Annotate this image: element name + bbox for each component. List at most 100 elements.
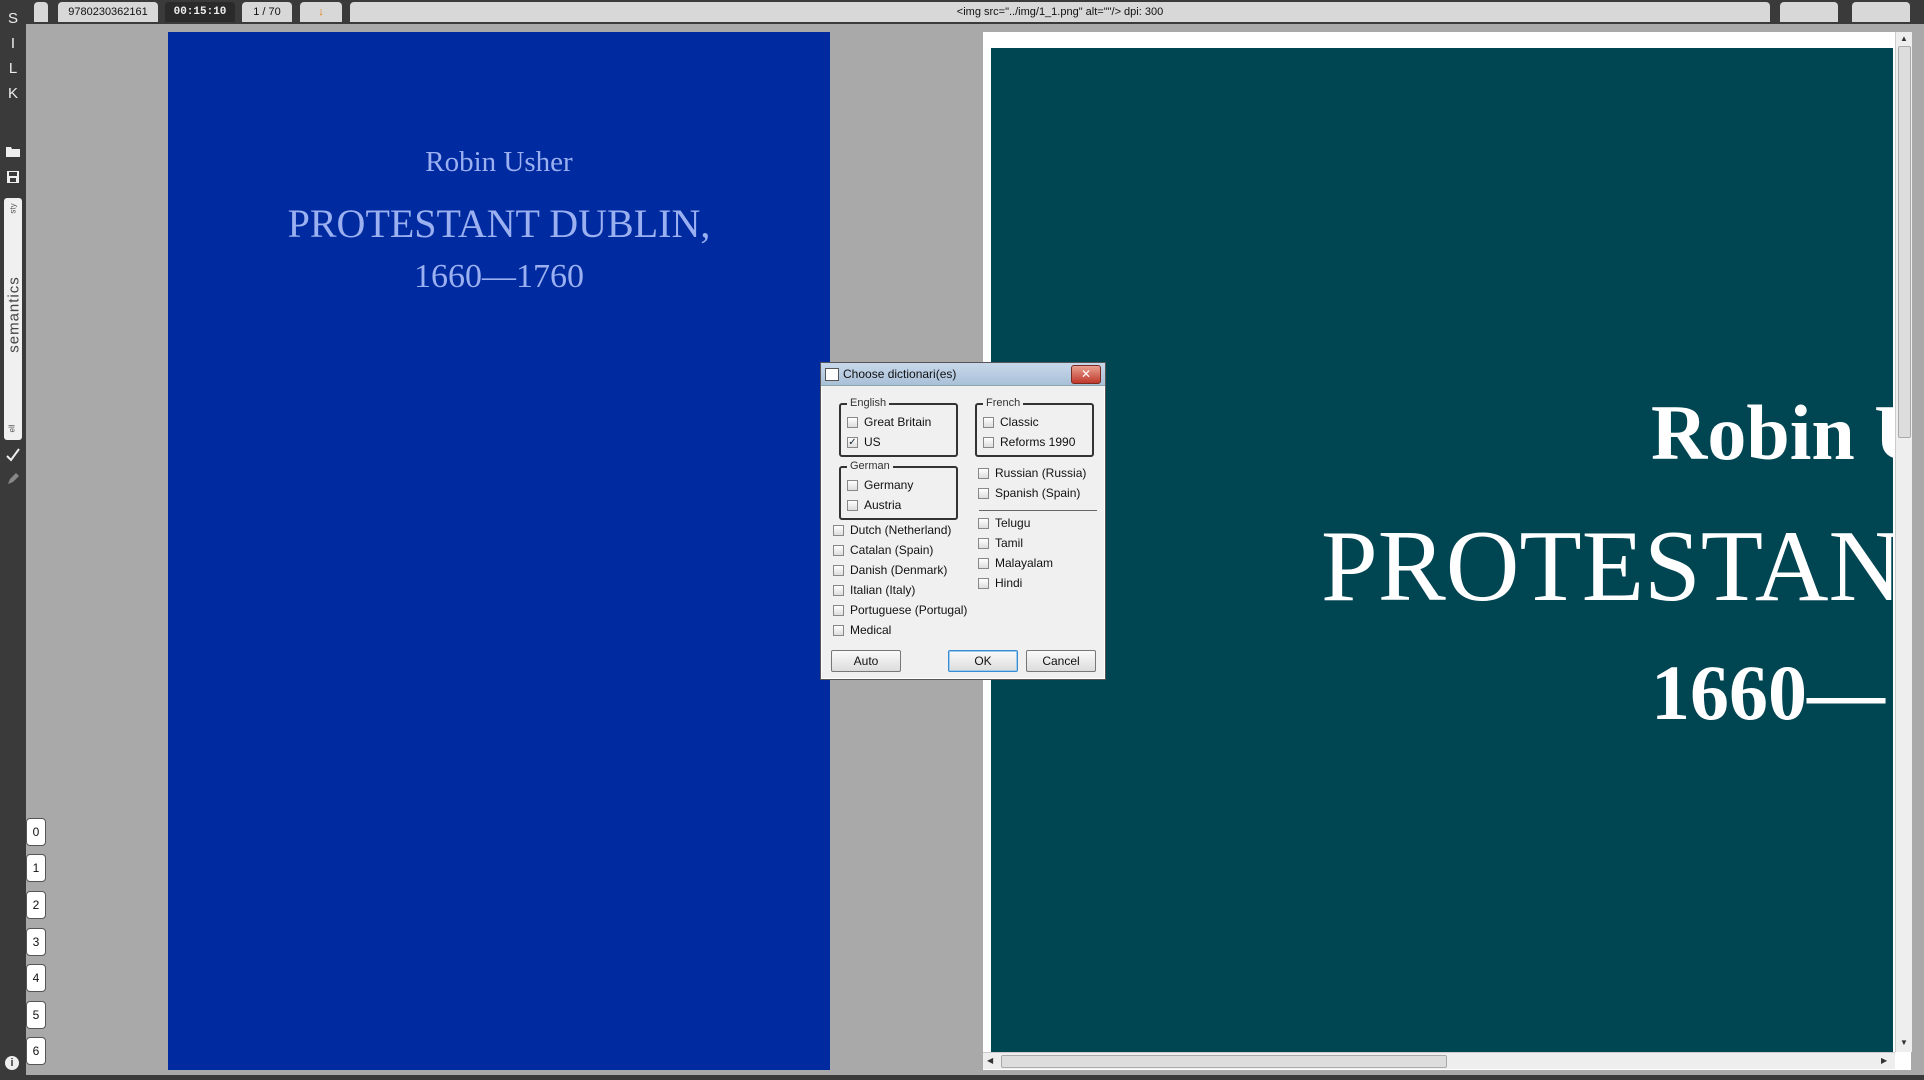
checkbox-label: Russian (Russia) <box>995 466 1087 480</box>
level-button-6[interactable]: 6 <box>26 1037 46 1065</box>
checkbox-label: Hindi <box>995 576 1023 590</box>
checkbox-us[interactable]: ✓ US <box>847 435 881 449</box>
checkbox-austria[interactable]: Austria <box>847 498 901 512</box>
auto-button[interactable]: Auto <box>831 650 901 672</box>
checkbox-box[interactable] <box>847 416 858 428</box>
french-group: French Classic Reforms 1990 <box>975 397 1094 457</box>
checkbox-box[interactable] <box>978 467 989 479</box>
checkbox-great-britain[interactable]: Great Britain <box>847 415 931 429</box>
level-button-1[interactable]: 1 <box>26 854 46 882</box>
checkbox-label: Medical <box>850 623 892 637</box>
checkbox-box[interactable] <box>978 557 989 569</box>
checkbox-italian[interactable]: Italian (Italy) <box>833 583 915 597</box>
checkbox-classic[interactable]: Classic <box>983 415 1039 429</box>
cover-years: 1660—1760 <box>414 258 584 295</box>
checkbox-portuguese[interactable]: Portuguese (Portugal) <box>833 603 967 617</box>
checkbox-label: Spanish (Spain) <box>995 486 1081 500</box>
german-group-label: German <box>847 460 893 472</box>
level-button-3[interactable]: 3 <box>26 928 46 956</box>
checkbox-russian[interactable]: Russian (Russia) <box>978 466 1086 480</box>
checkmark-icon[interactable]: ✓ <box>847 436 858 448</box>
image-info-label: <img src="../img/1_1.png" alt=""/> dpi: … <box>350 2 1770 22</box>
checkbox-reforms-1990[interactable]: Reforms 1990 <box>983 435 1075 449</box>
checkbox-label: Austria <box>864 498 902 512</box>
checkbox-label: Tamil <box>995 536 1024 550</box>
checkbox-box[interactable] <box>983 436 994 448</box>
checkbox-box[interactable] <box>978 517 989 529</box>
checkbox-box[interactable] <box>978 577 989 589</box>
zoomed-author: Robin U <box>1651 389 1893 476</box>
tab-spacer <box>34 2 48 22</box>
checkbox-box[interactable] <box>833 584 844 596</box>
timer-display: 00:15:10 <box>165 2 235 22</box>
horizontal-scrollbar[interactable]: ◀ ▶ <box>983 1052 1895 1069</box>
checkbox-label: Portuguese (Portugal) <box>850 603 968 617</box>
french-group-label: French <box>983 397 1024 409</box>
checkbox-box[interactable] <box>847 499 858 511</box>
dialog-titlebar[interactable]: Choose dictionari(es) ✕ <box>821 363 1105 386</box>
checkmark-icon[interactable] <box>5 447 21 463</box>
level-button-2[interactable]: 2 <box>26 891 46 919</box>
checkbox-malayalam[interactable]: Malayalam <box>978 556 1053 570</box>
isbn-label: 9780230362161 <box>58 2 158 22</box>
logo-letter: I <box>10 35 16 52</box>
level-button-0[interactable]: 0 <box>26 818 46 846</box>
checkbox-label: US <box>864 435 881 449</box>
checkbox-germany[interactable]: Germany <box>847 478 913 492</box>
vertical-scrollbar[interactable]: ▲ ▼ <box>1895 32 1912 1052</box>
checkbox-spanish[interactable]: Spanish (Spain) <box>978 486 1080 500</box>
scroll-left-icon[interactable]: ◀ <box>987 1056 993 1065</box>
checkbox-label: Reforms 1990 <box>1000 435 1076 449</box>
checkbox-box[interactable] <box>833 564 844 576</box>
checkbox-dutch[interactable]: Dutch (Netherland) <box>833 523 951 537</box>
pen-icon[interactable] <box>5 472 21 488</box>
checkbox-hindi[interactable]: Hindi <box>978 576 1022 590</box>
page-counter[interactable]: 1 / 70 <box>242 2 292 22</box>
zoomed-image-panel: Robin U PROTESTAN 1660— <box>983 32 1911 1070</box>
checkbox-label: Danish (Denmark) <box>850 563 948 577</box>
ok-button[interactable]: OK <box>948 650 1018 672</box>
info-icon[interactable]: i <box>5 1056 19 1070</box>
save-icon[interactable] <box>5 170 21 186</box>
scroll-up-icon[interactable]: ▲ <box>1900 34 1908 43</box>
level-button-4[interactable]: 4 <box>26 964 46 992</box>
vertical-scroll-thumb[interactable] <box>1898 46 1911 438</box>
checkbox-box[interactable] <box>833 544 844 556</box>
checkbox-label: Italian (Italy) <box>850 583 916 597</box>
page-preview: Robin Usher PROTESTANT DUBLIN, 1660—1760 <box>168 32 830 1070</box>
checkbox-medical[interactable]: Medical <box>833 623 891 637</box>
close-icon[interactable]: ✕ <box>1071 365 1101 384</box>
checkbox-label: Germany <box>864 478 914 492</box>
scroll-down-icon[interactable]: ▼ <box>1900 1038 1908 1047</box>
cancel-button[interactable]: Cancel <box>1026 650 1096 672</box>
checkbox-box[interactable] <box>983 416 994 428</box>
semantics-label: semantics <box>5 276 23 353</box>
level-button-5[interactable]: 5 <box>26 1001 46 1029</box>
checkbox-box[interactable] <box>833 604 844 616</box>
scroll-right-icon[interactable]: ▶ <box>1881 1056 1887 1065</box>
down-arrow-icon[interactable]: ↓ <box>300 2 342 22</box>
logo-letter: S <box>7 10 18 27</box>
checkbox-label: Great Britain <box>864 415 932 429</box>
cover-title: PROTESTANT DUBLIN, <box>287 201 711 246</box>
checkbox-box[interactable] <box>847 479 858 491</box>
checkbox-tamil[interactable]: Tamil <box>978 536 1023 550</box>
horizontal-scroll-thumb[interactable] <box>1001 1055 1447 1068</box>
logo-letter: K <box>7 85 18 102</box>
logo-letter: L <box>8 60 18 77</box>
toolbar-button-b[interactable] <box>1852 2 1910 22</box>
checkbox-box[interactable] <box>978 537 989 549</box>
checkbox-danish[interactable]: Danish (Denmark) <box>833 563 947 577</box>
checkbox-box[interactable] <box>978 487 989 499</box>
checkbox-box[interactable] <box>833 524 844 536</box>
german-group: German Germany Austria <box>839 460 958 520</box>
left-sidebar: S I L K sty semantics ell i <box>0 0 26 1080</box>
checkbox-label: Catalan (Spain) <box>850 543 934 557</box>
semantics-panel-tab[interactable]: sty semantics ell <box>4 198 23 440</box>
toolbar-button-a[interactable] <box>1780 2 1838 22</box>
folder-open-icon[interactable] <box>5 144 21 160</box>
checkbox-catalan[interactable]: Catalan (Spain) <box>833 543 933 557</box>
checkbox-box[interactable] <box>833 624 844 636</box>
checkbox-telugu[interactable]: Telugu <box>978 516 1030 530</box>
style-label: sty <box>8 203 18 214</box>
